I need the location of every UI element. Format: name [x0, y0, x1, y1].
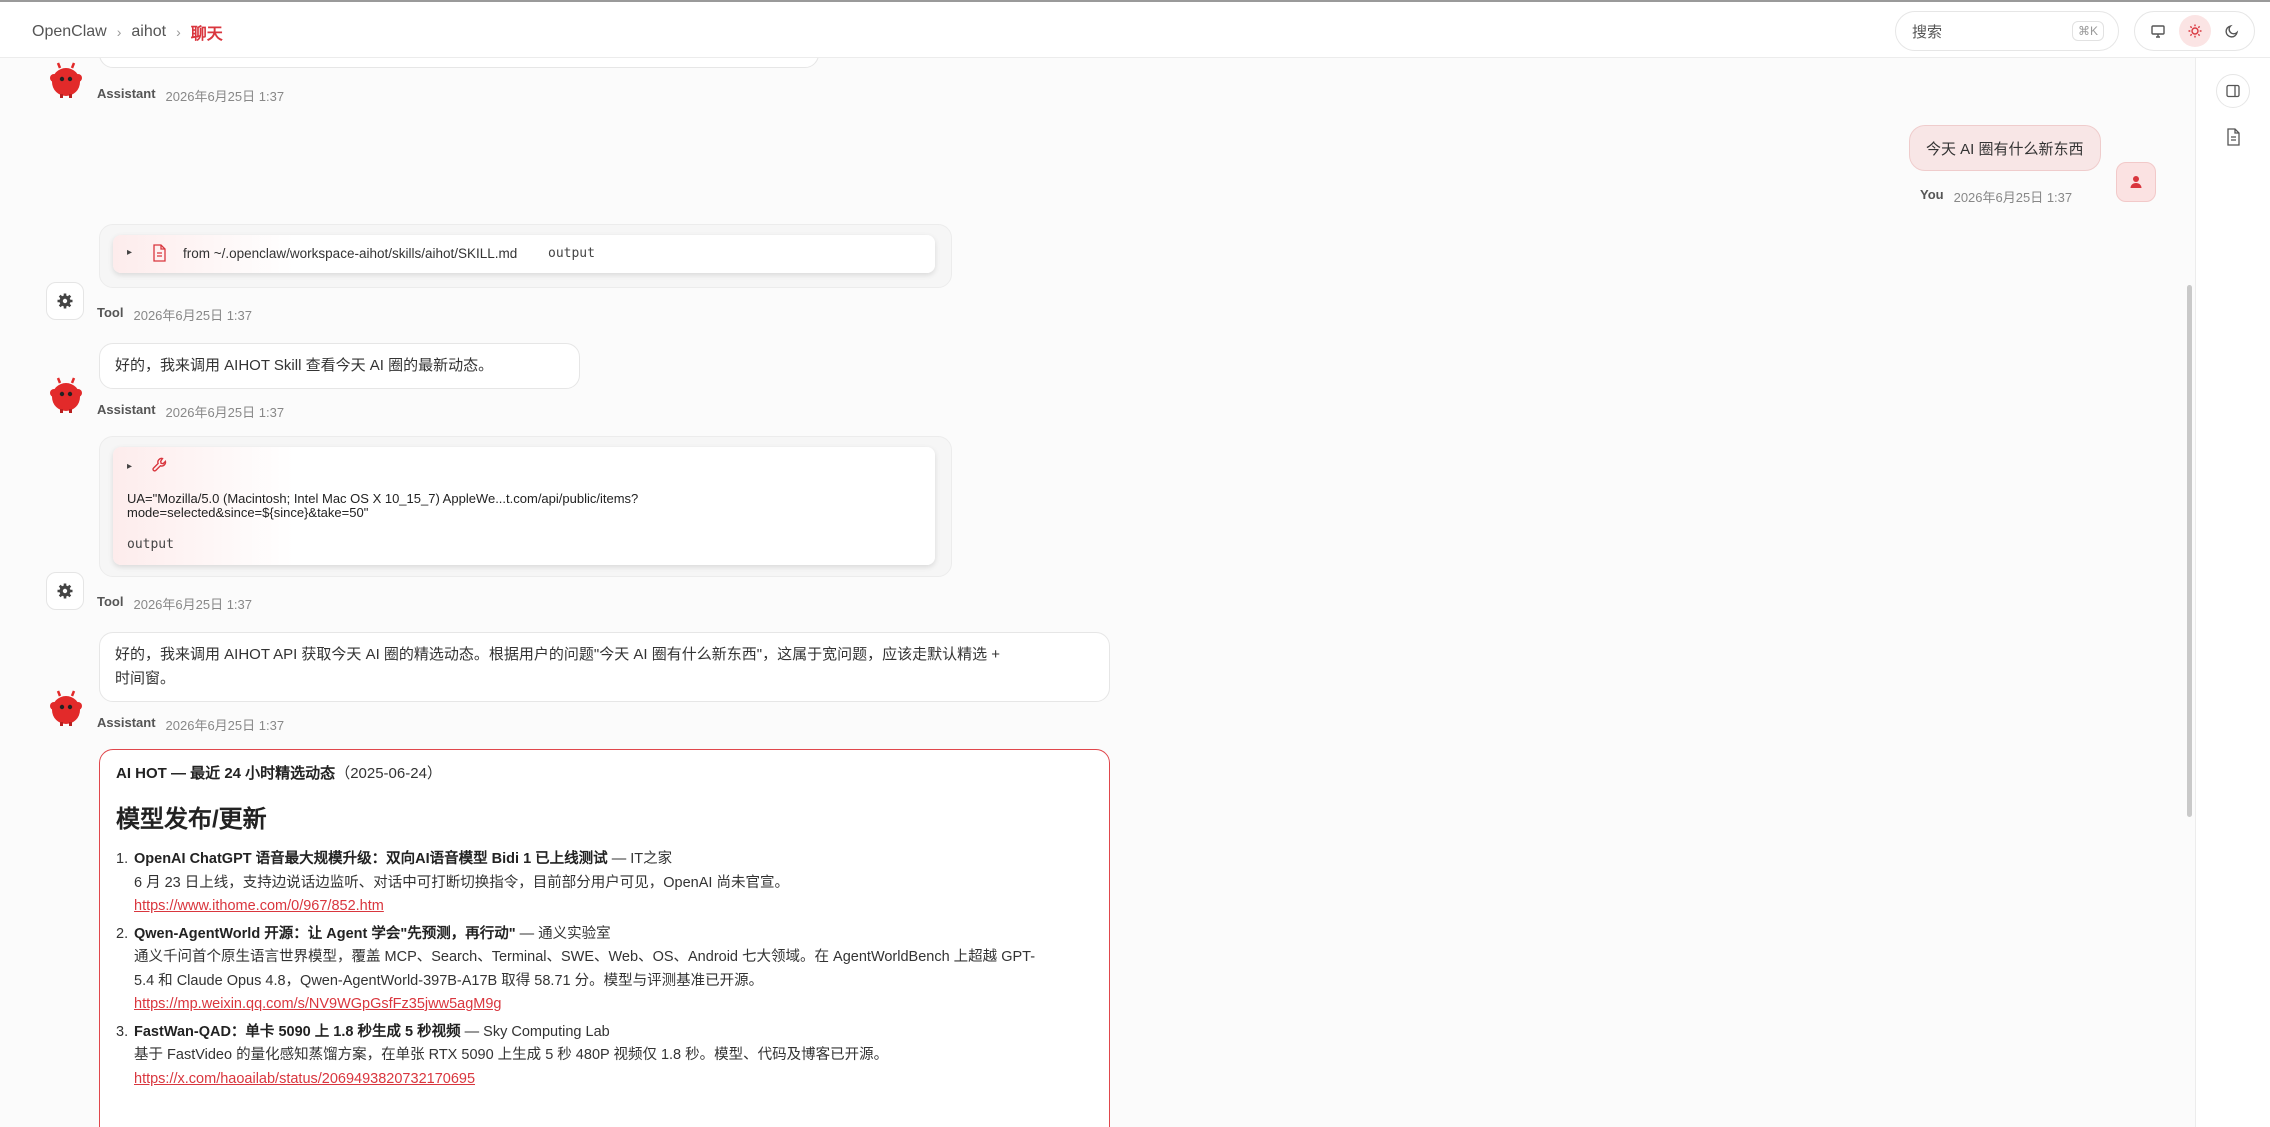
- list-item-link[interactable]: https://www.ithome.com/0/967/852.htm: [134, 898, 384, 914]
- tool-avatar: [46, 572, 84, 610]
- tool-avatar: [46, 282, 84, 320]
- sender-name: Tool: [97, 305, 124, 320]
- search-shortcut: ⌘K: [2071, 21, 2104, 41]
- sender-name: Assistant: [97, 86, 156, 101]
- expand-triangle-icon[interactable]: ▸: [127, 247, 132, 258]
- message-meta: You 2026年6月25日 1:37: [1920, 187, 2072, 206]
- assistant-avatar: [45, 687, 87, 729]
- assistant-message-bubble: 好的，我来调用 AIHOT Skill 查看今天 AI 圈的最新动态。: [99, 343, 580, 389]
- sender-name: Assistant: [97, 715, 156, 730]
- breadcrumb: OpenClaw › aihot › 聊天: [32, 20, 223, 44]
- user-message-bubble: 今天 AI 圈有什么新东西: [1909, 125, 2101, 171]
- message-meta: Assistant 2026年6月25日 1:37: [97, 86, 284, 105]
- tool-output-label: output: [127, 537, 174, 552]
- chat-scrollbar[interactable]: [2187, 285, 2192, 817]
- assistant-message-text: 好的，我来调用 AIHOT Skill 查看今天 AI 圈的最新动态。: [115, 357, 494, 374]
- tool-call-row[interactable]: ▸ UA="Mozilla/5.0 (Macintosh; Intel Mac …: [113, 447, 935, 565]
- sender-name: Assistant: [97, 402, 156, 417]
- list-item-headline: OpenAI ChatGPT 语音最大规模升级：双向AI语音模型 Bidi 1 …: [134, 851, 608, 867]
- tool-command-text: UA="Mozilla/5.0 (Macintosh; Intel Mac OS…: [127, 492, 638, 519]
- message-meta: Tool 2026年6月25日 1:37: [97, 305, 252, 324]
- message-meta: Tool 2026年6月25日 1:37: [97, 594, 252, 613]
- list-item-number: 3.: [116, 1023, 129, 1040]
- tool-command-line: UA="Mozilla/5.0 (Macintosh; Intel Mac OS…: [127, 491, 639, 506]
- list-item-number: 2.: [116, 925, 129, 942]
- list-item-description: 6 月 23 日上线，支持边说话边监听、对话中可打断切换指令，目前部分用户可见，…: [134, 874, 789, 891]
- top-bar: OpenClaw › aihot › 聊天 搜索 ⌘K: [0, 0, 2270, 58]
- theme-switcher: [2134, 11, 2255, 51]
- breadcrumb-separator: ›: [116, 24, 122, 40]
- sender-name: You: [1920, 187, 1944, 202]
- digest-title: AI HOT — 最近 24 小时精选动态（2025-06-24）: [116, 762, 1093, 783]
- sender-name: Tool: [97, 594, 124, 609]
- tool-command-line: mode=selected&since=${since}&take=50": [127, 504, 369, 520]
- digest-list: 1. OpenAI ChatGPT 语音最大规模升级：双向AI语音模型 Bidi…: [116, 848, 1093, 1091]
- list-item-source: — Sky Computing Lab: [460, 1023, 610, 1040]
- timestamp: 2026年6月25日 1:37: [1953, 190, 2073, 205]
- list-item-source: — 通义实验室: [515, 925, 611, 942]
- expand-triangle-icon[interactable]: ▸: [127, 461, 132, 472]
- tool-call-card: ▸ from ~/.openclaw/workspace-aihot/skill…: [99, 224, 952, 288]
- assistant-message-line: 时间窗。: [115, 670, 176, 687]
- list-item: 1. OpenAI ChatGPT 语音最大规模升级：双向AI语音模型 Bidi…: [116, 848, 1093, 919]
- right-rail: [2195, 58, 2270, 1127]
- wrench-icon: [151, 456, 169, 479]
- tool-output-label: output: [548, 246, 595, 261]
- list-item-link[interactable]: https://x.com/haoailab/status/2069493820…: [134, 1071, 475, 1087]
- panel-toggle-icon[interactable]: [2216, 74, 2250, 108]
- document-icon[interactable]: [2216, 120, 2250, 154]
- sun-icon[interactable]: [2178, 15, 2211, 47]
- user-avatar: [2116, 162, 2156, 202]
- timestamp: 2026年6月25日 1:37: [133, 308, 253, 323]
- list-item-number: 1.: [116, 851, 129, 867]
- timestamp: 2026年6月25日 1:37: [165, 89, 285, 104]
- assistant-message-bubble: [99, 58, 819, 68]
- assistant-avatar: [45, 374, 87, 416]
- chat-thread: Assistant 2026年6月25日 1:37 今天 AI 圈有什么新东西 …: [0, 58, 2195, 1127]
- list-item-headline: FastWan-QAD：单卡 5090 上 1.8 秒生成 5 秒视频: [134, 1023, 461, 1040]
- list-item-description: 基于 FastVideo 的量化感知蒸馏方案，在单张 RTX 5090 上生成 …: [134, 1047, 889, 1063]
- monitor-icon[interactable]: [2142, 15, 2174, 47]
- digest-title-date: （2025-06-24）: [335, 765, 442, 782]
- breadcrumb-current: 聊天: [190, 26, 223, 43]
- file-icon: [151, 244, 167, 267]
- assistant-avatar: [45, 59, 87, 101]
- search-input[interactable]: 搜索 ⌘K: [1895, 11, 2119, 51]
- list-item-link[interactable]: https://mp.weixin.qq.com/s/NV9WGpGsfFz35…: [134, 996, 501, 1012]
- user-message-text: 今天 AI 圈有什么新东西: [1926, 140, 2084, 158]
- list-item: 3. FastWan-QAD：单卡 5090 上 1.8 秒生成 5 秒视频 —…: [116, 1021, 1093, 1092]
- timestamp: 2026年6月25日 1:37: [133, 597, 253, 612]
- search-placeholder: 搜索: [1912, 23, 1943, 41]
- list-item-description: 通义千问首个原生语言世界模型，覆盖 MCP、Search、Terminal、SW…: [134, 949, 1036, 989]
- list-item-headline: Qwen-AgentWorld 开源：让 Agent 学会"先预测，再行动": [134, 925, 516, 942]
- timestamp: 2026年6月25日 1:37: [165, 405, 285, 420]
- digest-section-heading: 模型发布/更新: [116, 806, 267, 833]
- digest-title-main: AI HOT — 最近 24 小时精选动态: [116, 765, 336, 782]
- timestamp: 2026年6月25日 1:37: [165, 718, 285, 733]
- moon-icon[interactable]: [2216, 15, 2248, 47]
- message-meta: Assistant 2026年6月25日 1:37: [97, 402, 284, 421]
- tool-call-card: ▸ UA="Mozilla/5.0 (Macintosh; Intel Mac …: [99, 436, 952, 577]
- list-item: 2. Qwen-AgentWorld 开源：让 Agent 学会"先预测，再行动…: [116, 923, 1093, 1017]
- tool-call-row[interactable]: ▸ from ~/.openclaw/workspace-aihot/skill…: [113, 235, 935, 273]
- breadcrumb-root[interactable]: OpenClaw: [32, 23, 107, 41]
- message-meta: Assistant 2026年6月25日 1:37: [97, 715, 284, 734]
- assistant-message-bubble: 好的，我来调用 AIHOT API 获取今天 AI 圈的精选动态。根据用户的问题…: [99, 632, 1110, 702]
- tool-source-text: from ~/.openclaw/workspace-aihot/skills/…: [183, 246, 518, 261]
- breadcrumb-workspace[interactable]: aihot: [131, 23, 166, 41]
- assistant-message-line: 好的，我来调用 AIHOT API 获取今天 AI 圈的精选动态。根据用户的问题…: [115, 646, 1001, 663]
- breadcrumb-separator: ›: [176, 24, 181, 40]
- ai-hot-digest-card: AI HOT — 最近 24 小时精选动态（2025-06-24） 模型发布/更…: [99, 749, 1110, 1127]
- list-item-source: — IT之家: [607, 851, 673, 867]
